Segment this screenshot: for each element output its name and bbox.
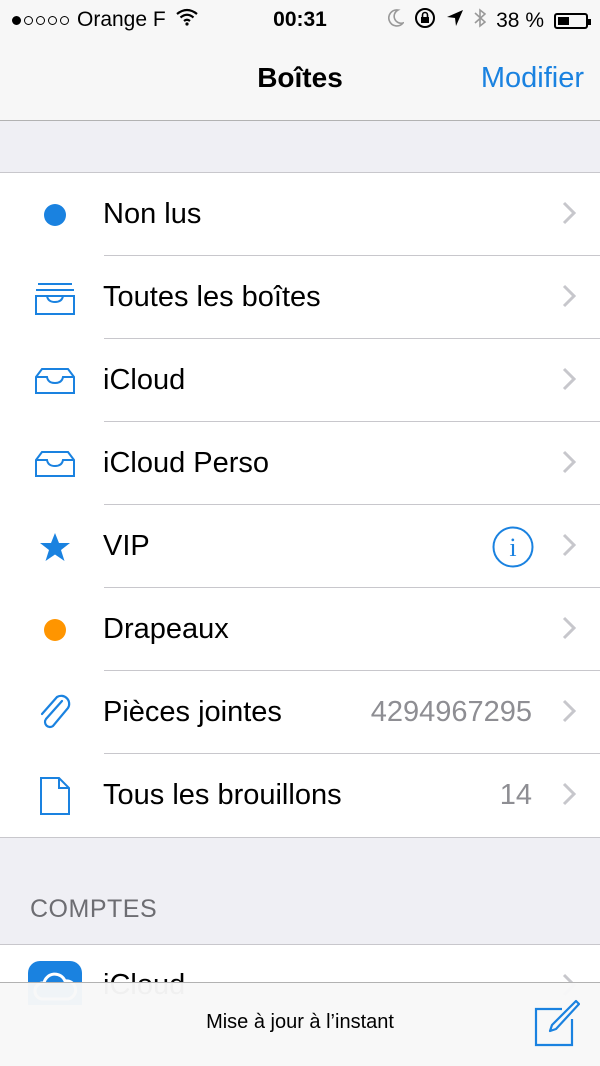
chevron-right-icon xyxy=(562,284,577,313)
mailbox-row-all-inboxes[interactable]: Toutes les boîtes xyxy=(0,256,600,339)
draft-document-icon xyxy=(30,754,80,837)
svg-text:i: i xyxy=(509,533,516,562)
inbox-tray-icon xyxy=(30,422,80,505)
unread-count: 4294967295 xyxy=(370,696,532,728)
mailbox-label: VIP xyxy=(103,530,150,562)
info-icon[interactable]: i xyxy=(492,526,534,573)
status-bar: Orange F 00:31 38 % xyxy=(0,0,600,40)
bottom-toolbar: Mise à jour à l’instant xyxy=(0,982,600,1066)
star-icon xyxy=(30,505,80,588)
unread-count: 14 xyxy=(499,779,532,811)
status-bar-right: 38 % xyxy=(388,7,591,35)
chevron-right-icon xyxy=(562,782,577,811)
battery-percent: 38 % xyxy=(496,9,544,32)
flag-dot-icon xyxy=(30,588,80,671)
navigation-bar: Boîtes Modifier xyxy=(0,40,600,121)
all-inboxes-icon xyxy=(30,256,80,339)
chevron-right-icon xyxy=(562,367,577,396)
mailbox-label: iCloud xyxy=(103,364,186,396)
chevron-right-icon xyxy=(562,616,577,645)
location-arrow-icon xyxy=(446,9,464,33)
battery-icon xyxy=(554,13,591,29)
mailbox-label: iCloud Perso xyxy=(103,447,270,479)
mailbox-label: Pièces jointes xyxy=(103,696,282,728)
paperclip-icon xyxy=(30,671,80,754)
section-header-accounts: COMPTES xyxy=(30,895,158,923)
bluetooth-icon xyxy=(474,8,487,34)
mailbox-label: Non lus xyxy=(103,198,202,230)
mailbox-list: Non lus Toutes les boîtes iCloud iCloud … xyxy=(0,172,600,838)
mailbox-row-icloud[interactable]: iCloud xyxy=(0,339,600,422)
mailbox-row-flagged[interactable]: Drapeaux xyxy=(0,588,600,671)
mailbox-row-icloud-perso[interactable]: iCloud Perso xyxy=(0,422,600,505)
mailbox-label: Drapeaux xyxy=(103,613,229,645)
chevron-right-icon xyxy=(562,450,577,479)
mailbox-row-vip[interactable]: VIP i xyxy=(0,505,600,588)
edit-button[interactable]: Modifier xyxy=(481,62,584,95)
moon-icon xyxy=(388,9,406,33)
mailbox-row-attachments[interactable]: Pièces jointes 4294967295 xyxy=(0,671,600,754)
mailbox-row-unread[interactable]: Non lus xyxy=(0,173,600,256)
update-status: Mise à jour à l’instant xyxy=(206,1011,394,1033)
mailbox-label: Tous les brouillons xyxy=(103,779,342,811)
chevron-right-icon xyxy=(562,699,577,728)
compose-icon[interactable] xyxy=(532,999,581,1049)
chevron-right-icon xyxy=(562,533,577,562)
mailbox-row-drafts[interactable]: Tous les brouillons 14 xyxy=(0,754,600,837)
inbox-tray-icon xyxy=(30,339,80,422)
orientation-lock-icon xyxy=(414,7,436,35)
unread-dot-icon xyxy=(30,173,80,256)
chevron-right-icon xyxy=(562,201,577,230)
mailbox-label: Toutes les boîtes xyxy=(103,281,321,313)
